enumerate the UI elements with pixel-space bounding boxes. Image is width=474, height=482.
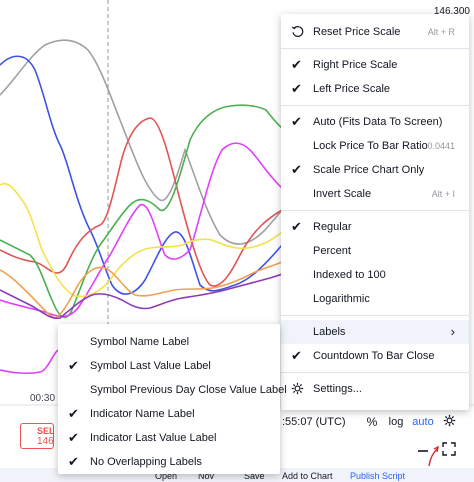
menu-item-right-price-scale[interactable]: ✔ Right Price Scale — [281, 53, 469, 77]
checkmark-icon: ✔ — [291, 81, 302, 96]
menu-label: Percent — [313, 245, 351, 257]
maximize-icon[interactable] — [442, 442, 458, 459]
menu-divider — [281, 315, 469, 316]
checkmark-icon: ✔ — [68, 454, 79, 469]
checkmark-icon: ✔ — [291, 348, 302, 363]
checkmark-icon: ✔ — [291, 162, 302, 177]
menu-label: Scale Price Chart Only — [313, 164, 425, 176]
menu-label: Right Price Scale — [313, 59, 398, 71]
menu-item-percent[interactable]: Percent — [281, 239, 469, 263]
menu-label: Indicator Name Label — [90, 408, 195, 420]
gear-icon[interactable] — [438, 414, 460, 430]
menu-item-indexed-to-100[interactable]: Indexed to 100 — [281, 263, 469, 287]
clock-time: :55:07 (UTC) — [282, 416, 346, 428]
menu-item-labels[interactable]: Labels › — [281, 320, 469, 344]
menu-shortcut: Alt + R — [427, 27, 455, 37]
series-magenta-lower — [0, 349, 59, 375]
menu-divider — [281, 372, 469, 373]
menu-divider — [281, 210, 469, 211]
series-blue — [0, 55, 283, 295]
menu-item-auto-fit[interactable]: ✔ Auto (Fits Data To Screen) — [281, 110, 469, 134]
series-orange — [0, 261, 283, 319]
checkmark-icon: ✔ — [291, 57, 302, 72]
scale-toolbar: :55:07 (UTC) % log auto — [280, 408, 474, 436]
sell-price: 146. — [37, 436, 54, 447]
sell-order-widget[interactable]: SELL 146. — [20, 423, 54, 449]
menu-value: 0.0441 — [427, 141, 455, 151]
menu-label: Invert Scale — [313, 188, 372, 200]
submenu-item-symbol-last-value-label[interactable]: ✔ Symbol Last Value Label — [58, 354, 280, 378]
menu-label: Settings... — [313, 383, 362, 395]
menu-label: Regular — [313, 221, 352, 233]
menu-label: Symbol Name Label — [90, 336, 190, 348]
percent-toggle[interactable]: % — [360, 415, 384, 429]
log-toggle[interactable]: log — [384, 416, 408, 428]
labels-submenu: Symbol Name Label ✔ Symbol Last Value La… — [58, 324, 287, 474]
submenu-item-symbol-prev-day-close-label[interactable]: Symbol Previous Day Close Value Label — [58, 378, 287, 402]
time-axis-label: 00:30 — [30, 393, 56, 404]
menu-item-invert-scale[interactable]: Invert Scale Alt + I — [281, 182, 469, 206]
menu-item-regular[interactable]: ✔ Regular — [281, 215, 469, 239]
gear-icon — [291, 377, 305, 403]
series-gray — [0, 39, 283, 245]
menu-item-lock-price-to-bar-ratio[interactable]: Lock Price To Bar Ratio 0.0441 — [281, 134, 469, 158]
submenu-item-indicator-last-value-label[interactable]: ✔ Indicator Last Value Label — [58, 426, 280, 450]
menu-label: Indexed to 100 — [313, 269, 386, 281]
menu-item-reset-price-scale[interactable]: Reset Price Scale Alt + R — [281, 20, 469, 44]
submenu-item-symbol-name-label[interactable]: Symbol Name Label — [58, 330, 280, 354]
series-magenta — [0, 142, 283, 318]
minimize-icon[interactable] — [416, 440, 432, 457]
menu-label: Symbol Previous Day Close Value Label — [90, 384, 287, 396]
menu-label: Logarithmic — [313, 293, 370, 305]
menu-item-settings[interactable]: Settings... — [281, 377, 469, 401]
menu-label: Labels — [313, 326, 346, 338]
menu-item-left-price-scale[interactable]: ✔ Left Price Scale — [281, 77, 469, 101]
menu-divider — [281, 105, 469, 106]
menu-label: Auto (Fits Data To Screen) — [313, 116, 443, 128]
menu-item-logarithmic[interactable]: Logarithmic — [281, 287, 469, 311]
menu-label: Lock Price To Bar Ratio — [313, 140, 428, 152]
menu-label: Indicator Last Value Label — [90, 432, 217, 444]
checkmark-icon: ✔ — [68, 406, 79, 421]
menu-label: Symbol Last Value Label — [90, 360, 211, 372]
checkmark-icon: ✔ — [291, 114, 302, 129]
menu-label: Countdown To Bar Close — [313, 350, 435, 362]
sell-label: SELL — [37, 426, 54, 436]
submenu-item-indicator-name-label[interactable]: ✔ Indicator Name Label — [58, 402, 280, 426]
menu-divider — [281, 48, 469, 49]
auto-toggle[interactable]: auto — [408, 416, 438, 428]
price-scale-menu: Reset Price Scale Alt + R ✔ Right Price … — [281, 14, 469, 410]
menu-label: No Overlapping Labels — [90, 456, 202, 468]
checkmark-icon: ✔ — [68, 430, 79, 445]
reset-icon — [291, 20, 305, 46]
submenu-item-no-overlapping-labels[interactable]: ✔ No Overlapping Labels — [58, 450, 280, 474]
menu-item-countdown[interactable]: ✔ Countdown To Bar Close — [281, 344, 469, 368]
menu-shortcut: Alt + I — [431, 189, 455, 199]
chevron-right-icon: › — [450, 324, 455, 339]
checkmark-icon: ✔ — [68, 358, 79, 373]
menu-label: Left Price Scale — [313, 83, 391, 95]
bottom-add-to-chart-button[interactable]: Add to Chart — [282, 471, 333, 481]
menu-label: Reset Price Scale — [313, 26, 401, 38]
menu-item-scale-price-chart-only[interactable]: ✔ Scale Price Chart Only — [281, 158, 469, 182]
bottom-publish-script-button[interactable]: Publish Script — [350, 471, 405, 481]
checkmark-icon: ✔ — [291, 219, 302, 234]
